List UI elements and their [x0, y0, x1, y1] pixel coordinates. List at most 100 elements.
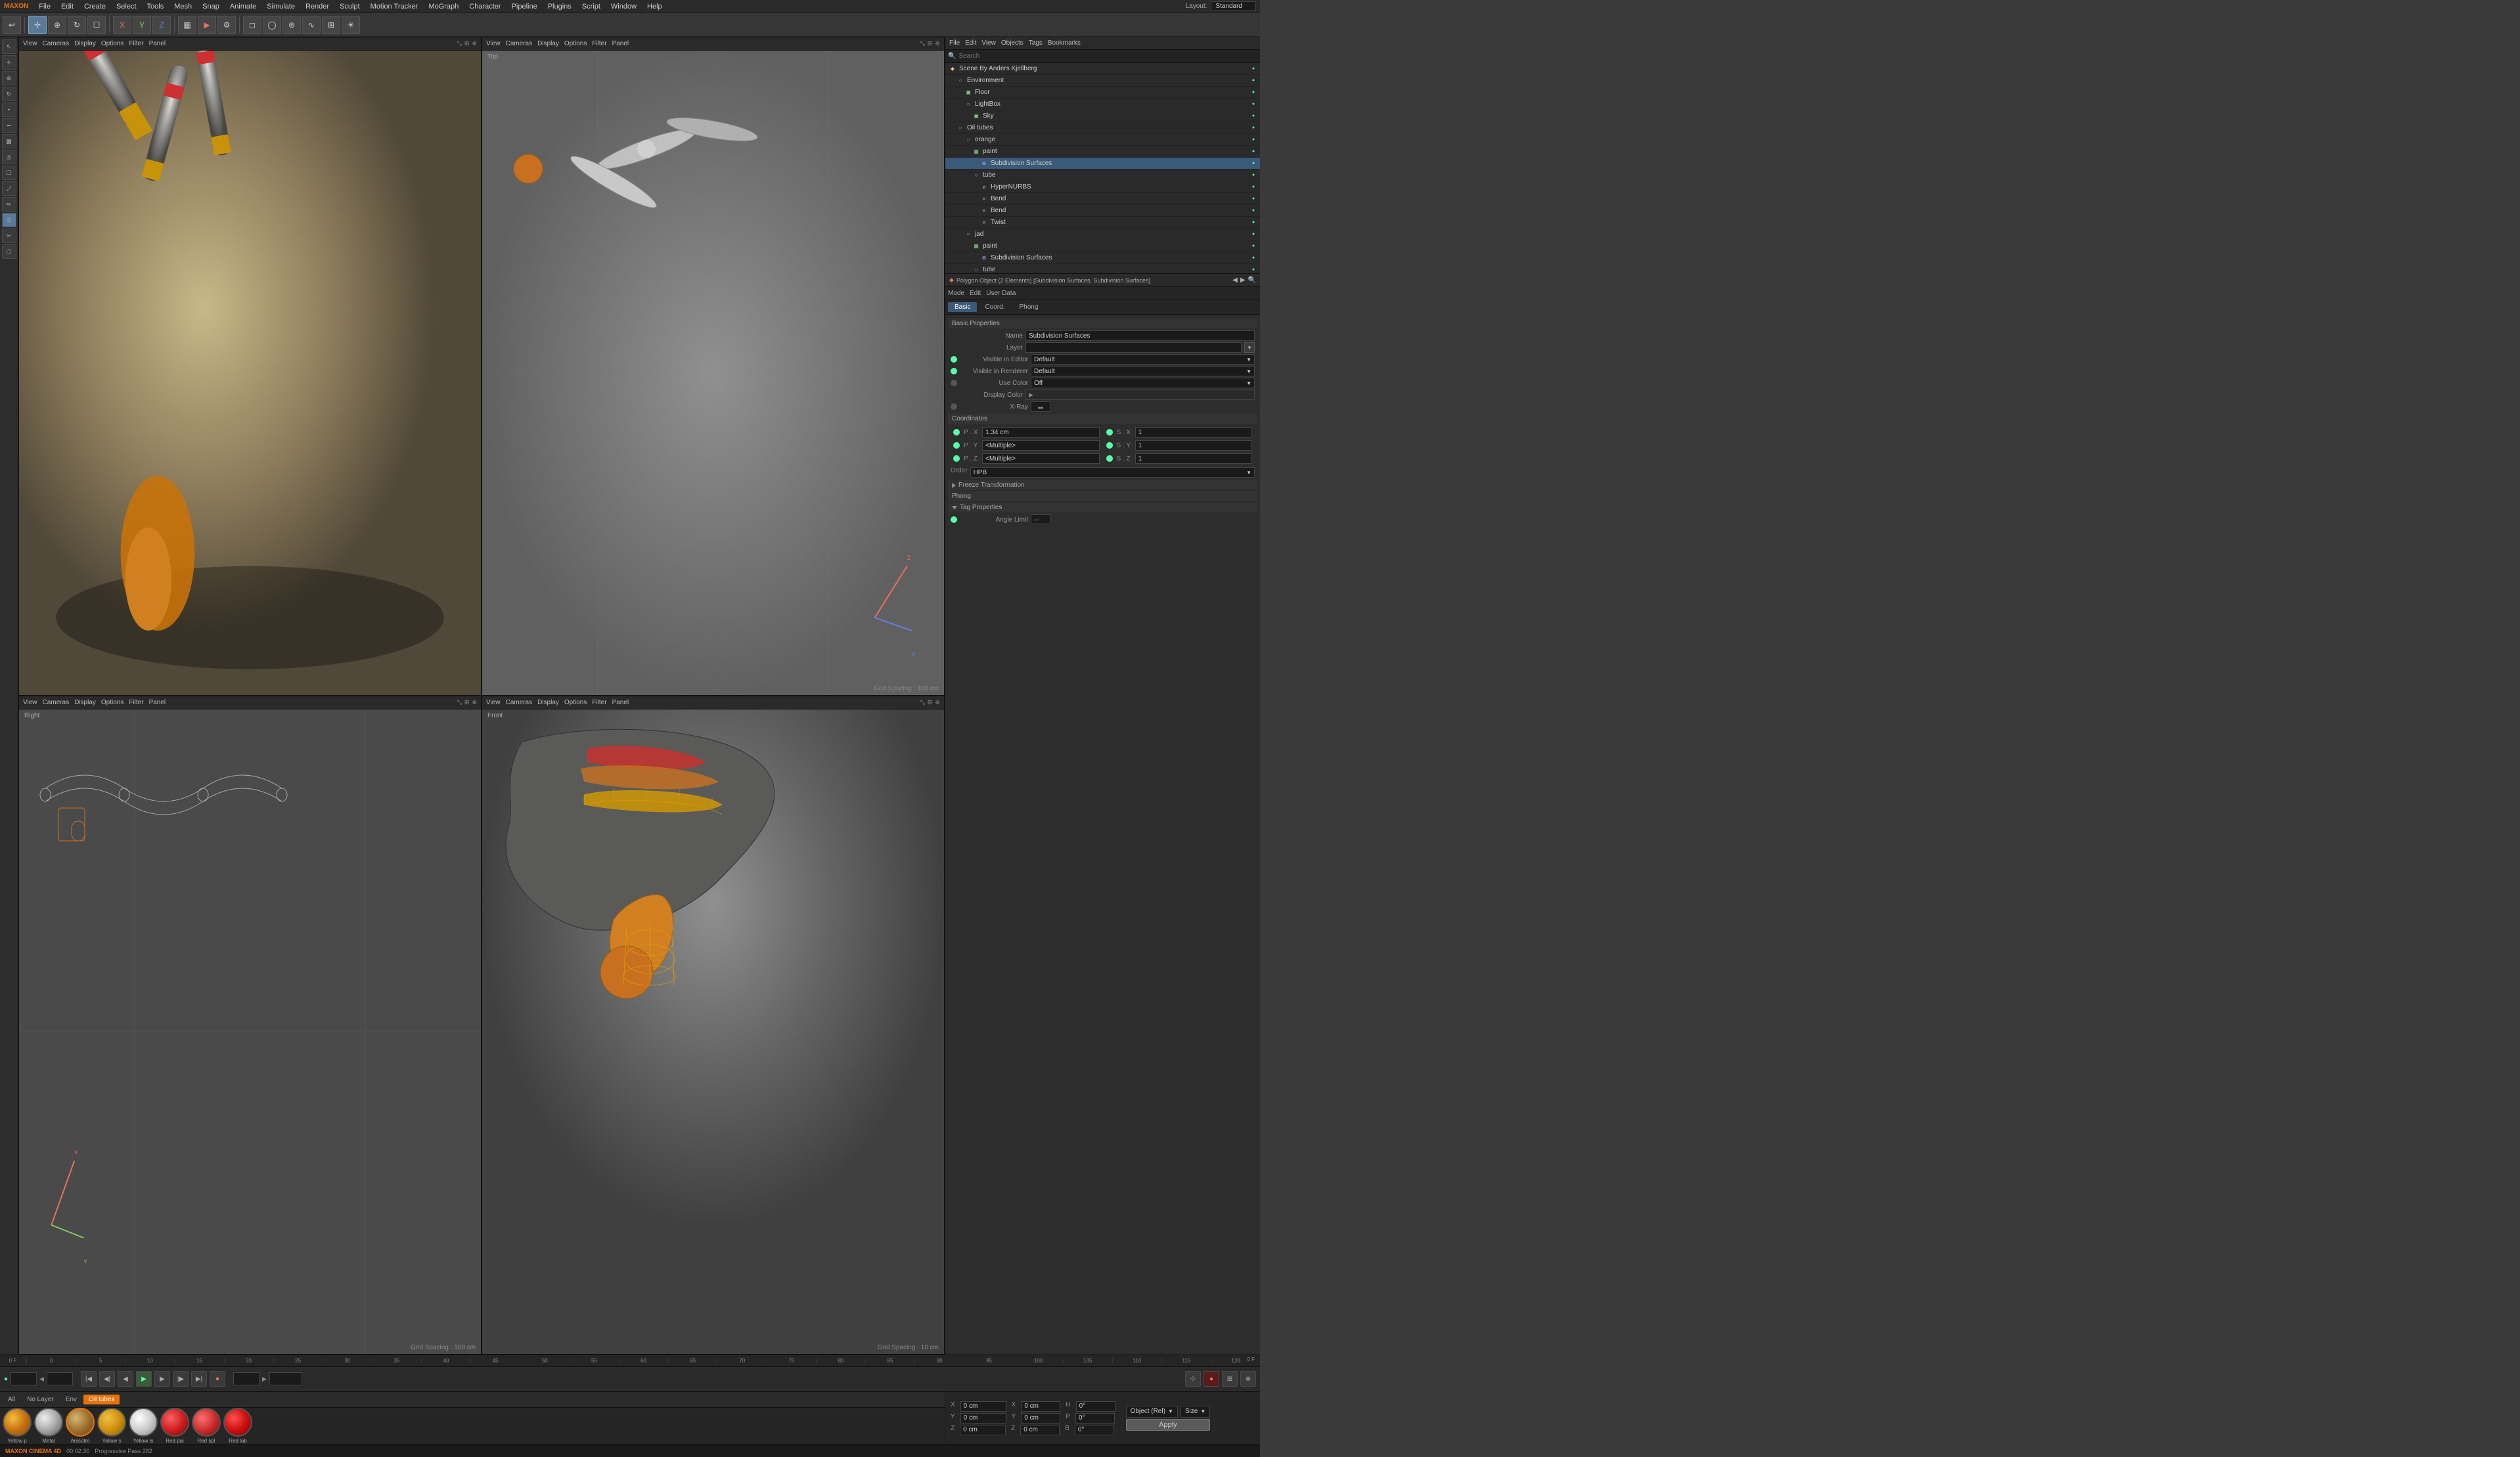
vp2-view[interactable]: View: [486, 40, 501, 47]
tag-props-section[interactable]: Tag Properties: [948, 503, 1257, 512]
mat-z-pos[interactable]: 0 cm: [960, 1425, 1006, 1435]
vp4-panel[interactable]: Panel: [612, 699, 629, 706]
vp4-view[interactable]: View: [486, 699, 501, 706]
mat-tab-nolayer[interactable]: No Layer: [22, 1395, 59, 1404]
vp3-view[interactable]: View: [23, 699, 37, 706]
tree-item-env[interactable]: ○Environment●: [945, 75, 1260, 87]
vp4-filter[interactable]: Filter: [592, 699, 606, 706]
vp4-display[interactable]: Display: [537, 699, 559, 706]
vp3-display[interactable]: Display: [74, 699, 96, 706]
viewport-top[interactable]: View Cameras Display Options Filter Pane…: [482, 37, 945, 696]
tl-prev-key[interactable]: ◀|: [99, 1371, 115, 1387]
mat-p-rot[interactable]: 0°: [1075, 1413, 1115, 1423]
visibility-badge-twist1[interactable]: ●: [1249, 219, 1257, 227]
knife-icon[interactable]: ✂: [2, 229, 16, 243]
vp2-options[interactable]: Options: [564, 40, 587, 47]
menu-script[interactable]: Script: [577, 3, 606, 11]
mat-tab-env[interactable]: Env: [60, 1395, 82, 1404]
tree-item-lightbox[interactable]: ○LightBox●: [945, 99, 1260, 110]
move2-icon[interactable]: ⤢: [2, 181, 16, 196]
menu-select[interactable]: Select: [111, 3, 142, 11]
prop-next[interactable]: ▶: [1240, 277, 1246, 284]
menu-create[interactable]: Create: [79, 3, 111, 11]
x-axis-btn[interactable]: X: [113, 16, 131, 34]
obj-objects[interactable]: Objects: [1001, 39, 1024, 47]
tl-settings[interactable]: ⊕: [1240, 1371, 1256, 1387]
vp3-cameras[interactable]: Cameras: [43, 699, 70, 706]
vp1-cameras[interactable]: Cameras: [43, 40, 70, 47]
vp1-filter[interactable]: Filter: [129, 40, 143, 47]
mat-item-red_spl[interactable]: Red spl: [192, 1408, 221, 1444]
move-icon[interactable]: ✛: [2, 55, 16, 70]
tree-item-bend1[interactable]: ⟡Bend●: [945, 193, 1260, 205]
menu-window[interactable]: Window: [606, 3, 642, 11]
rect-sel-icon[interactable]: ☐: [2, 166, 16, 180]
menu-file[interactable]: File: [34, 3, 56, 11]
basic-props-section[interactable]: Basic Properties: [948, 319, 1257, 328]
obj-tags[interactable]: Tags: [1029, 39, 1043, 47]
coord-pz[interactable]: <Multiple>: [982, 453, 1100, 464]
prop-mode[interactable]: ◀: [1232, 277, 1238, 284]
mat-y-pos[interactable]: 0 cm: [960, 1413, 1006, 1423]
tl-prev-frame[interactable]: ◀: [118, 1371, 133, 1387]
vp2-panel[interactable]: Panel: [612, 40, 629, 47]
coord-px[interactable]: 1.34 cm: [982, 427, 1100, 437]
prop-edit-tab[interactable]: Edit: [970, 290, 981, 297]
live-sel-icon[interactable]: ◎: [2, 150, 16, 164]
coord-sx[interactable]: 1: [1135, 427, 1253, 437]
mat-item-metal[interactable]: Metal: [34, 1408, 63, 1444]
edges-icon[interactable]: ━: [2, 118, 16, 133]
prop-name-value[interactable]: Subdivision Surfaces: [1025, 330, 1255, 341]
extrude-icon[interactable]: ⬡: [2, 244, 16, 259]
y-axis-btn[interactable]: Y: [133, 16, 151, 34]
mat-x-pos[interactable]: 0 cm: [960, 1401, 1006, 1412]
visibility-badge-paint_orange[interactable]: ●: [1249, 148, 1257, 156]
coord-order-dropdown[interactable]: HPB ▼: [970, 467, 1255, 478]
visibility-badge-floor[interactable]: ●: [1249, 89, 1257, 97]
menu-mesh[interactable]: Mesh: [169, 3, 197, 11]
visibility-badge-orange[interactable]: ●: [1249, 136, 1257, 144]
z-axis-btn[interactable]: Z: [152, 16, 171, 34]
coord-sz[interactable]: 1: [1135, 453, 1253, 464]
tree-item-orange[interactable]: ○orange●: [945, 134, 1260, 146]
tree-item-tube_orange[interactable]: ○tube●: [945, 169, 1260, 181]
vp2-cameras[interactable]: Cameras: [506, 40, 533, 47]
end-frame-input[interactable]: 120 F: [233, 1372, 259, 1385]
tree-item-paint_jad[interactable]: ▦paint●: [945, 240, 1260, 252]
visibility-badge-bend1[interactable]: ●: [1249, 195, 1257, 203]
obj-file[interactable]: File: [949, 39, 960, 47]
vp2-display[interactable]: Display: [537, 40, 559, 47]
menu-help[interactable]: Help: [642, 3, 667, 11]
tree-item-sky[interactable]: ▣Sky●: [945, 110, 1260, 122]
coord-py[interactable]: <Multiple>: [982, 440, 1100, 451]
vp2-filter[interactable]: Filter: [592, 40, 606, 47]
prop-display-color-value[interactable]: ▶: [1025, 390, 1255, 400]
select-icon[interactable]: ↖: [2, 39, 16, 54]
visibility-badge-env[interactable]: ●: [1249, 77, 1257, 85]
visibility-badge-jad[interactable]: ●: [1249, 231, 1257, 238]
tl-skip-start[interactable]: |◀: [81, 1371, 97, 1387]
prop-visible-editor-value[interactable]: Default ▼: [1031, 354, 1255, 365]
undo-btn[interactable]: ↩: [3, 16, 21, 34]
tab-coord[interactable]: Coord.: [978, 302, 1011, 312]
prop-search[interactable]: 🔍: [1248, 277, 1256, 284]
viewport-front[interactable]: View Cameras Display Options Filter Pane…: [482, 696, 945, 1355]
tree-item-bend2[interactable]: ⟡Bend●: [945, 205, 1260, 217]
prop-layer-btn[interactable]: ▼: [1244, 342, 1255, 353]
tree-item-subdiv2[interactable]: ⊛Subdivision Surfaces●: [945, 252, 1260, 264]
spline-btn[interactable]: ∿: [302, 16, 321, 34]
menu-animate[interactable]: Animate: [225, 3, 261, 11]
prop-userdata-tab[interactable]: User Data: [986, 290, 1016, 297]
mat-item-yellow_s[interactable]: Yellow s: [97, 1408, 126, 1444]
tl-next-key[interactable]: |▶: [173, 1371, 189, 1387]
angle-limit-checkbox[interactable]: —: [1031, 514, 1050, 523]
tree-item-oiltubes[interactable]: ○Oil tubes●: [945, 122, 1260, 134]
menu-sculpt[interactable]: Sculpt: [334, 3, 365, 11]
mat-item-red_lab[interactable]: Red lab: [223, 1408, 252, 1444]
menu-edit[interactable]: Edit: [56, 3, 79, 11]
visibility-badge-hypernurbs[interactable]: ●: [1249, 183, 1257, 191]
mat-tab-all[interactable]: All: [3, 1395, 20, 1404]
menu-snap[interactable]: Snap: [197, 3, 225, 11]
vp1-options[interactable]: Options: [101, 40, 124, 47]
fps-input[interactable]: 120 F: [269, 1372, 302, 1385]
